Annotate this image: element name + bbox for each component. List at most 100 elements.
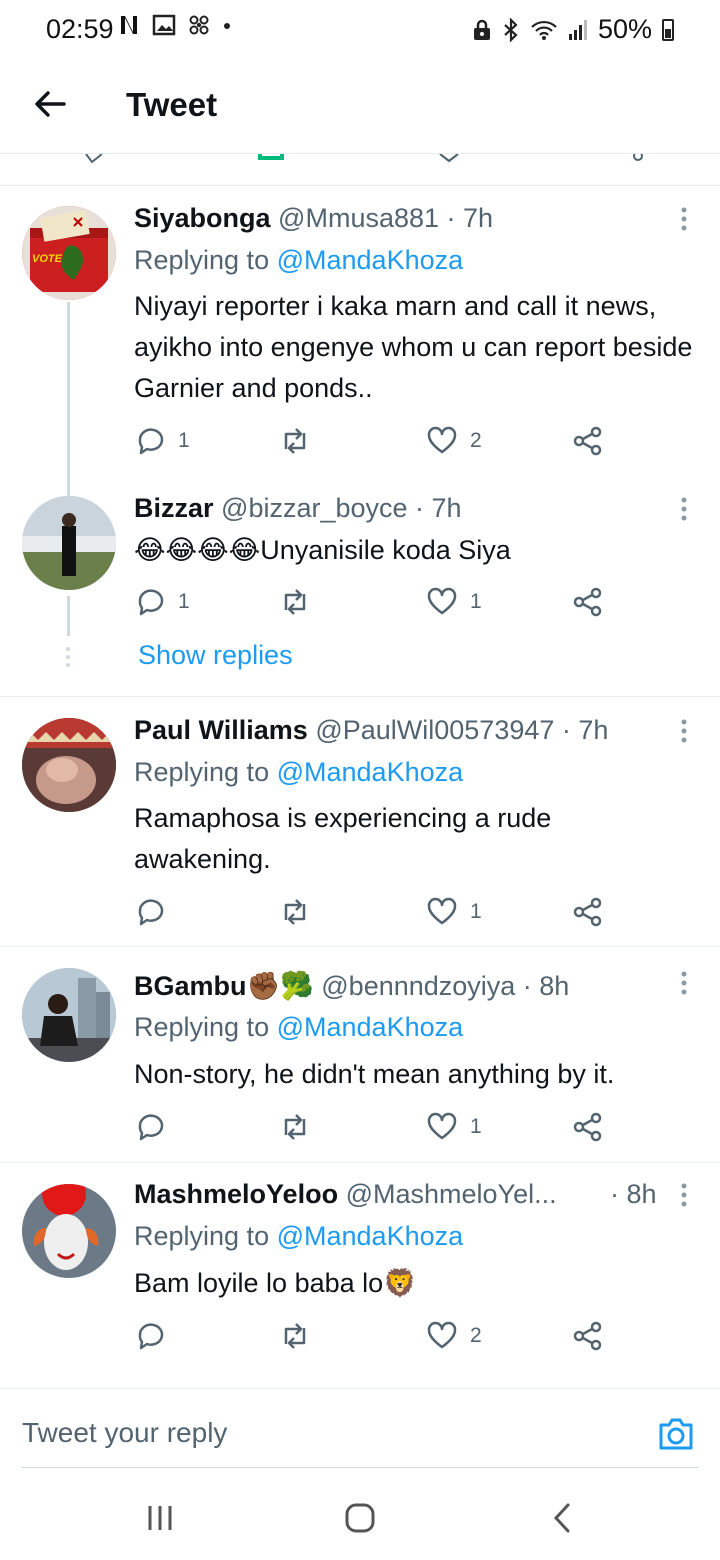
mention-link[interactable]: @MandaKhoza [277, 1012, 464, 1042]
like-count: 1 [470, 900, 482, 923]
battery-percent: 50% [597, 14, 652, 44]
camera-icon[interactable] [656, 1413, 696, 1453]
tweet-author-name[interactable]: Siyabonga [134, 203, 271, 233]
reply-icon[interactable] [84, 154, 104, 164]
reply-icon [138, 1323, 164, 1350]
mention-link[interactable]: @MandaKhoza [277, 245, 464, 275]
recent-apps-icon[interactable] [140, 1498, 180, 1538]
like-button[interactable]: 1 [426, 895, 482, 929]
tweet-text: 😂😂😂😂Unyanisile koda Siya [134, 535, 511, 565]
like-count: 2 [470, 1324, 482, 1347]
header: Tweet [0, 58, 720, 154]
reply-button[interactable]: 1 [134, 424, 190, 458]
like-count: 1 [470, 1115, 482, 1138]
tweet-author-handle[interactable]: @PaulWil00573947 · 7h [315, 715, 608, 745]
like-button[interactable]: 2 [426, 1319, 482, 1353]
arrow-left-icon[interactable] [30, 84, 70, 124]
status-time: 02:59 [46, 14, 114, 44]
profile-photo [22, 1184, 116, 1278]
reply-composer: Tweet your reply [0, 1388, 720, 1478]
reply-icon [138, 428, 164, 455]
thread-line [67, 596, 70, 636]
thread-dots-icon [66, 647, 70, 667]
retweet-icon [284, 899, 306, 925]
more-options-icon[interactable] [676, 206, 692, 236]
profile-photo [22, 968, 116, 1062]
more-options-icon[interactable] [676, 970, 692, 1000]
retweet-button[interactable] [278, 1319, 312, 1353]
ballot-box-icon: VOTE [22, 206, 116, 300]
reply-button[interactable] [134, 1319, 166, 1353]
fan-icon [189, 15, 209, 35]
tweet-author-handle[interactable]: @Mmusa881 · 7h [278, 203, 493, 233]
image-icon [152, 14, 176, 36]
heart-icon [427, 897, 457, 925]
like-icon[interactable] [438, 154, 460, 164]
tweet-text: Bam loyile lo baba lo🦁 [134, 1268, 417, 1298]
share-button[interactable] [572, 1319, 604, 1353]
divider [0, 1162, 720, 1163]
tweet-text: Ramaphosa is experiencing a rude awakeni… [134, 803, 552, 874]
reply-underline [22, 1467, 698, 1468]
retweet-icon[interactable] [258, 154, 288, 162]
like-button[interactable]: 1 [426, 1110, 482, 1144]
tweet-author-handle[interactable]: @bennndzoyiya · 8h [321, 971, 569, 1001]
avatar[interactable] [22, 496, 116, 590]
mention-link[interactable]: @MandaKhoza [277, 757, 464, 787]
share-icon [573, 1112, 602, 1142]
share-button[interactable] [572, 1110, 604, 1144]
retweet-icon [284, 1323, 306, 1349]
retweet-button[interactable] [278, 585, 312, 619]
more-options-icon[interactable] [676, 718, 692, 748]
back-icon[interactable] [544, 1498, 584, 1538]
tweet-author-handle[interactable]: @bizzar_boyce · 7h [221, 493, 462, 523]
reply-button[interactable] [134, 1110, 166, 1144]
like-button[interactable]: 2 [426, 424, 482, 458]
thread-line [67, 302, 70, 500]
tweet-author-handle[interactable]: @MashmeloYel... [346, 1179, 557, 1209]
retweet-icon [284, 1114, 306, 1140]
heart-icon [427, 1321, 457, 1349]
reply-button[interactable] [134, 895, 166, 929]
system-nav-bar [0, 1478, 720, 1560]
tweet-author-name[interactable]: Paul Williams [134, 715, 308, 745]
tweet-author-name[interactable]: MashmeloYeloo [134, 1179, 338, 1209]
like-count: 2 [470, 429, 482, 452]
like-button[interactable]: 1 [426, 585, 482, 619]
share-button[interactable] [572, 895, 604, 929]
share-button[interactable] [572, 424, 604, 458]
retweet-button[interactable] [278, 895, 312, 929]
share-icon[interactable] [630, 154, 646, 164]
replying-to-label: Replying to [134, 245, 270, 275]
heart-icon [427, 426, 457, 454]
retweet-button[interactable] [278, 424, 312, 458]
reply-icon [138, 899, 164, 926]
retweet-button[interactable] [278, 1110, 312, 1144]
reply-icon [138, 1114, 164, 1141]
avatar[interactable]: VOTE [22, 206, 116, 300]
like-count: 1 [470, 590, 482, 613]
tweet-author-name[interactable]: Bizzar [134, 493, 214, 523]
avatar[interactable] [22, 968, 116, 1062]
lock-icon [473, 19, 490, 40]
page-title: Tweet [126, 86, 218, 123]
avatar[interactable] [22, 1184, 116, 1278]
home-icon[interactable] [340, 1498, 380, 1538]
share-button[interactable] [572, 585, 604, 619]
avatar[interactable] [22, 718, 116, 812]
tweet-author-name[interactable]: BGambu✊🏾🥦 [134, 971, 314, 1001]
profile-photo [22, 718, 116, 812]
more-options-icon[interactable] [676, 496, 692, 526]
signal-icon [568, 19, 587, 40]
show-replies-link[interactable]: Show replies [138, 640, 293, 671]
netflix-icon [121, 16, 137, 34]
reply-button[interactable]: 1 [134, 585, 190, 619]
mention-link[interactable]: @MandaKhoza [277, 1221, 464, 1251]
replying-to-label: Replying to [134, 1221, 270, 1251]
replying-to-label: Replying to [134, 1012, 270, 1042]
reply-input[interactable]: Tweet your reply [22, 1417, 622, 1449]
retweet-icon [284, 428, 306, 454]
reply-count: 1 [178, 429, 190, 452]
replying-to-label: Replying to [134, 757, 270, 787]
more-options-icon[interactable] [676, 1182, 692, 1212]
